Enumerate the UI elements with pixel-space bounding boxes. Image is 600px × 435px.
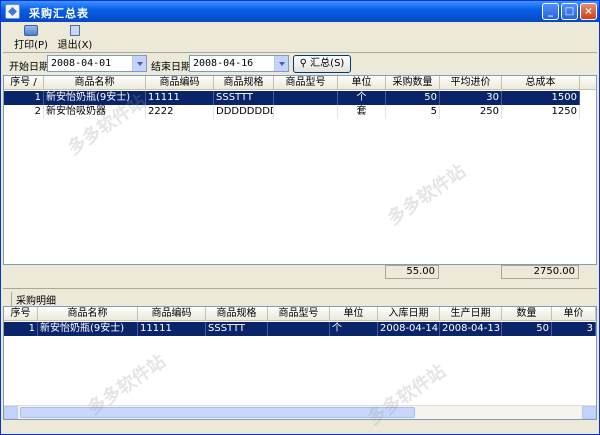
col-header-name[interactable]: 商品名称 bbox=[44, 76, 146, 90]
total-cost: 2750.00 bbox=[501, 265, 579, 279]
col-header-model[interactable]: 商品型号 bbox=[268, 307, 330, 321]
window-title: 采购汇总表 bbox=[29, 7, 89, 20]
col-header-unit[interactable]: 单位 bbox=[330, 307, 378, 321]
end-date-picker[interactable]: 2008-04-16 bbox=[189, 55, 289, 72]
total-qty: 55.00 bbox=[385, 265, 439, 279]
col-header-name[interactable]: 商品名称 bbox=[38, 307, 138, 321]
end-date-value: 2008-04-16 bbox=[193, 58, 254, 69]
scroll-left-icon[interactable] bbox=[4, 406, 18, 419]
start-date-picker[interactable]: 2008-04-01 bbox=[47, 55, 147, 72]
col-header-model[interactable]: 商品型号 bbox=[274, 76, 338, 90]
toolbar-divider bbox=[3, 52, 597, 53]
main-window: 采购汇总表 _ □ × 打印(P) 退出(X) 开始日期 2008-04-01 … bbox=[0, 0, 600, 435]
print-button[interactable]: 打印(P) bbox=[13, 25, 49, 51]
col-header-spec[interactable]: 商品规格 bbox=[214, 76, 274, 90]
exit-door-icon bbox=[70, 25, 80, 36]
summarize-label: 汇总(S) bbox=[310, 58, 345, 69]
detail-table-header: 序号 商品名称 商品编码 商品规格 商品型号 单位 入库日期 生产日期 数量 单… bbox=[4, 307, 596, 321]
chevron-down-icon[interactable] bbox=[132, 56, 146, 71]
col-header-qty[interactable]: 采购数量 bbox=[386, 76, 440, 90]
col-header-prod-date[interactable]: 生产日期 bbox=[440, 307, 502, 321]
detail-table[interactable]: 序号 商品名称 商品编码 商品规格 商品型号 单位 入库日期 生产日期 数量 单… bbox=[3, 306, 597, 420]
col-header-avg-price[interactable]: 平均进价 bbox=[440, 76, 502, 90]
col-header-qty[interactable]: 数量 bbox=[502, 307, 552, 321]
col-header-code[interactable]: 商品编码 bbox=[146, 76, 214, 90]
table-row[interactable]: 1 新安怡奶瓶(9安士) 11111 SSSTTT 个 2008-04-14 2… bbox=[4, 322, 596, 336]
exit-label: 退出(X) bbox=[57, 40, 93, 51]
detail-section-header: 采购明细 bbox=[3, 288, 597, 307]
summarize-button[interactable]: ⚲ 汇总(S) bbox=[293, 55, 351, 73]
close-button[interactable]: × bbox=[580, 3, 597, 20]
summary-totals-bar: 55.00 2750.00 bbox=[3, 265, 597, 279]
filter-bar: 开始日期 2008-04-01 结束日期 2008-04-16 ⚲ 汇总(S) bbox=[1, 54, 599, 74]
scroll-right-icon[interactable] bbox=[582, 406, 596, 419]
app-icon bbox=[5, 4, 20, 19]
table-row[interactable]: 1 新安怡奶瓶(9安士) 11111 SSSTTT 个 50 30 1500 bbox=[4, 91, 580, 105]
printer-icon bbox=[24, 25, 38, 36]
binoculars-icon: ⚲ bbox=[299, 58, 307, 69]
print-label: 打印(P) bbox=[14, 40, 48, 51]
col-header-total[interactable]: 总成本 bbox=[502, 76, 580, 90]
col-header-unit[interactable]: 单位 bbox=[338, 76, 386, 90]
start-date-value: 2008-04-01 bbox=[51, 58, 112, 69]
horizontal-scrollbar[interactable] bbox=[4, 405, 596, 419]
end-date-label: 结束日期 bbox=[151, 62, 191, 73]
chevron-down-icon[interactable] bbox=[274, 56, 288, 71]
summary-table-header: 序号 / 商品名称 商品编码 商品规格 商品型号 单位 采购数量 平均进价 总成… bbox=[4, 76, 596, 90]
exit-button[interactable]: 退出(X) bbox=[57, 25, 93, 51]
minimize-button[interactable]: _ bbox=[542, 3, 559, 20]
table-row[interactable]: 2 新安怡吸奶器 2222 DDDDDDDDDD 套 5 250 1250 bbox=[4, 105, 580, 119]
start-date-label: 开始日期 bbox=[9, 62, 49, 73]
summary-table[interactable]: 序号 / 商品名称 商品编码 商品规格 商品型号 单位 采购数量 平均进价 总成… bbox=[3, 75, 597, 265]
title-bar[interactable]: 采购汇总表 _ □ × bbox=[1, 1, 599, 22]
col-header-price[interactable]: 单价 bbox=[552, 307, 596, 321]
toolbar: 打印(P) 退出(X) bbox=[1, 22, 599, 53]
scrollbar-thumb[interactable] bbox=[20, 407, 415, 418]
col-header-no[interactable]: 序号 / bbox=[4, 76, 44, 90]
maximize-button[interactable]: □ bbox=[561, 3, 578, 20]
col-header-spec[interactable]: 商品规格 bbox=[206, 307, 268, 321]
col-header-no[interactable]: 序号 bbox=[4, 307, 38, 321]
col-header-in-date[interactable]: 入库日期 bbox=[378, 307, 440, 321]
col-header-code[interactable]: 商品编码 bbox=[138, 307, 206, 321]
detail-section-label: 采购明细 bbox=[11, 292, 56, 307]
